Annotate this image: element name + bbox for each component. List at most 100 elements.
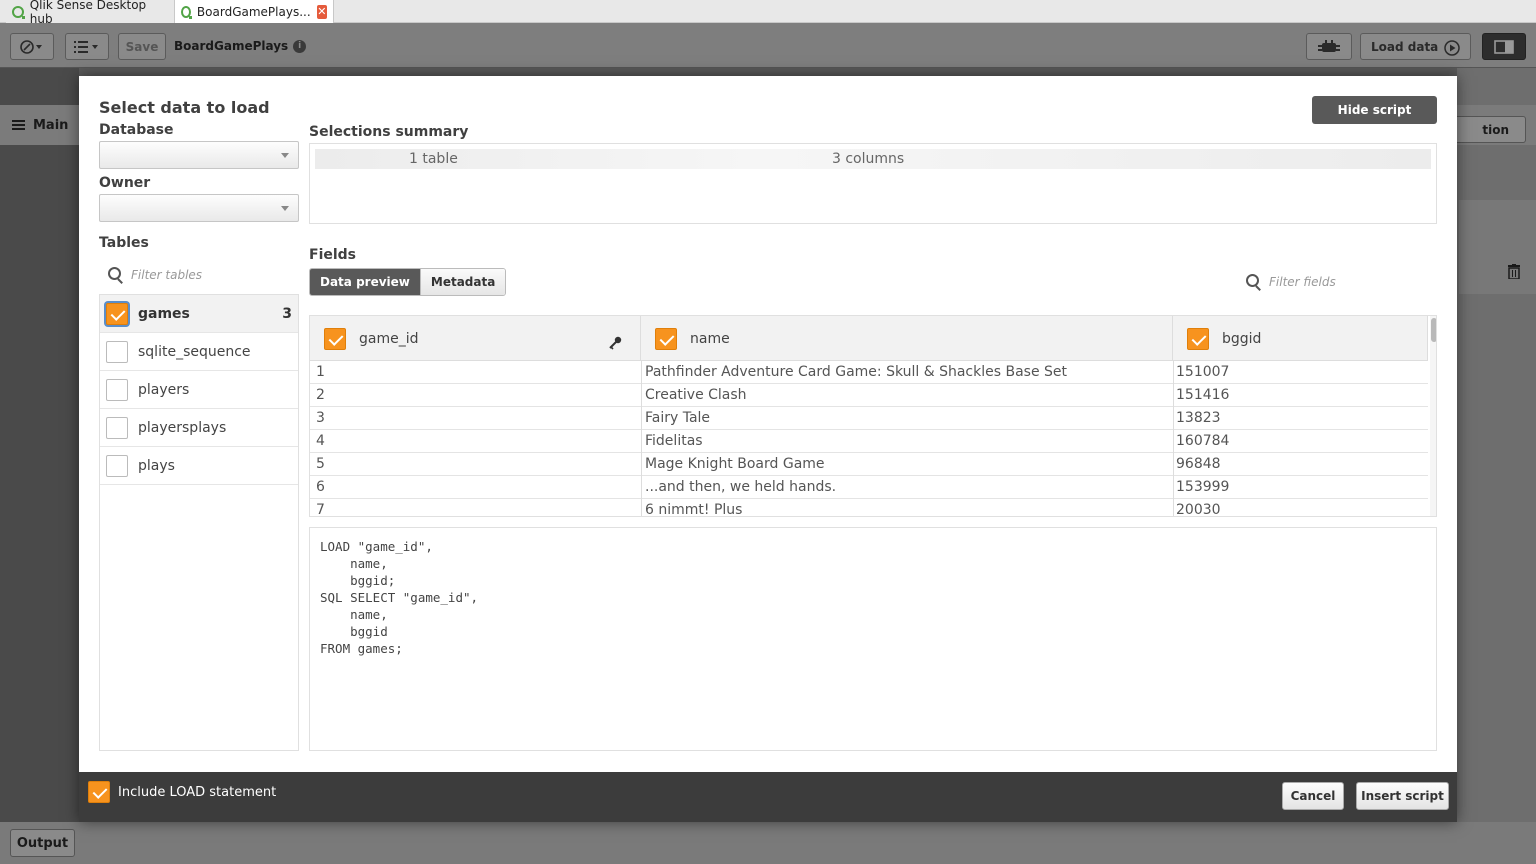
tables-label: Tables: [99, 235, 149, 251]
cell-bggid: 160784: [1176, 433, 1230, 449]
grid-header: game_id name bggid: [310, 316, 1428, 361]
cell-name: Mage Knight Board Game: [645, 456, 825, 472]
main-label: Main: [33, 117, 69, 133]
table-item-playersplays[interactable]: playersplays: [100, 409, 298, 447]
table-checkbox-players[interactable]: [106, 378, 128, 401]
cell-game-id: 6: [316, 479, 325, 495]
cell-bggid: 20030: [1176, 502, 1221, 517]
list-icon: [74, 40, 98, 53]
background-right-panel: [1457, 68, 1536, 864]
cell-bggid: 13823: [1176, 410, 1221, 426]
qlik-logo-icon: [181, 5, 192, 19]
cell-name: Pathfinder Adventure Card Game: Skull & …: [645, 364, 1068, 380]
panel-icon: [1494, 39, 1514, 54]
table-checkbox-sqlite-sequence[interactable]: [106, 340, 128, 363]
grid-scrollbar[interactable]: [1430, 316, 1436, 516]
include-load-checkbox[interactable]: Include LOAD statement: [88, 781, 276, 803]
filter-fields-input[interactable]: Filter fields: [1246, 274, 1336, 290]
cell-name: ...and then, we held hands.: [645, 479, 837, 495]
table-row: 6 ...and then, we held hands. 153999: [310, 476, 1428, 499]
table-checkbox-games[interactable]: [106, 302, 128, 325]
list-menu-button[interactable]: [65, 33, 109, 60]
script-preview[interactable]: LOAD "game_id", name, bggid; SQL SELECT …: [309, 527, 1437, 751]
table-row: 2 Creative Clash 151416: [310, 384, 1428, 407]
compass-icon: [20, 39, 42, 54]
background-bottom-bar: [0, 822, 1536, 864]
info-icon[interactable]: i: [293, 39, 307, 53]
column-header-bggid[interactable]: bggid: [1173, 316, 1428, 361]
insert-script-button[interactable]: Insert script: [1356, 782, 1449, 810]
table-item-players[interactable]: players: [100, 371, 298, 409]
summary-column-count: 3 columns: [832, 151, 905, 167]
tab-data-preview[interactable]: Data preview: [310, 269, 420, 295]
filter-fields-placeholder: Filter fields: [1269, 275, 1336, 289]
table-row: 5 Mage Knight Board Game 96848: [310, 453, 1428, 476]
output-button[interactable]: Output: [10, 829, 75, 857]
field-checkbox-game-id[interactable]: [324, 327, 346, 350]
toggle-panel-button[interactable]: [1482, 33, 1526, 60]
table-name: plays: [138, 457, 175, 474]
browser-tab-strip: Qlik Sense Desktop hub BoardGamePlays...…: [0, 0, 1536, 26]
table-checkbox-plays[interactable]: [106, 454, 128, 477]
cell-name: 6 nimmt! Plus: [645, 502, 743, 517]
cell-bggid: 151416: [1176, 387, 1230, 403]
cell-game-id: 2: [316, 387, 325, 403]
load-data-label: Load data: [1371, 39, 1439, 54]
filter-tables-placeholder: Filter tables: [131, 268, 203, 282]
filter-tables-input[interactable]: Filter tables: [108, 267, 202, 283]
field-checkbox-name[interactable]: [655, 327, 677, 350]
include-load-checkbox-box[interactable]: [88, 781, 110, 803]
app-toolbar: Save BoardGamePlays i Load data: [0, 23, 1536, 68]
column-header-name[interactable]: name: [641, 316, 1173, 361]
owner-label: Owner: [99, 175, 151, 191]
close-icon[interactable]: ✕: [316, 4, 327, 19]
field-checkbox-bggid[interactable]: [1187, 327, 1209, 350]
table-name: players: [138, 381, 190, 398]
cell-game-id: 1: [316, 364, 325, 380]
bug-icon: [1318, 39, 1340, 52]
app-title: BoardGamePlays i: [174, 39, 307, 53]
column-header-game-id[interactable]: game_id: [310, 316, 641, 361]
hamburger-icon: [12, 118, 25, 132]
load-data-button[interactable]: Load data: [1360, 33, 1471, 60]
trash-icon[interactable]: [1508, 264, 1520, 279]
cell-game-id: 7: [316, 502, 325, 517]
data-preview-grid: game_id name bggid 1 Pathfinder Adventur…: [309, 315, 1437, 517]
table-row: 7 6 nimmt! Plus 20030: [310, 499, 1428, 517]
debug-button[interactable]: [1306, 33, 1352, 60]
save-button[interactable]: Save: [118, 33, 166, 60]
summary-table-count: 1 table: [409, 151, 458, 167]
cell-name: Creative Clash: [645, 387, 747, 403]
owner-dropdown[interactable]: [99, 194, 299, 222]
cell-name: Fairy Tale: [645, 410, 711, 426]
table-item-sqlite-sequence[interactable]: sqlite_sequence: [100, 333, 298, 371]
database-label: Database: [99, 122, 174, 138]
search-icon: [1246, 274, 1262, 290]
main-section-tab[interactable]: Main: [0, 105, 79, 145]
table-checkbox-playersplays[interactable]: [106, 416, 128, 439]
tab-boardgameplays[interactable]: BoardGamePlays... ✕: [174, 0, 334, 23]
search-icon: [108, 267, 124, 283]
tab-qlik-hub[interactable]: Qlik Sense Desktop hub: [6, 0, 174, 26]
tab-label: Qlik Sense Desktop hub: [29, 0, 147, 26]
tab-metadata[interactable]: Metadata: [419, 269, 506, 295]
cell-bggid: 151007: [1176, 364, 1230, 380]
selections-summary: 1 table 3 columns: [309, 143, 1437, 224]
navigation-button[interactable]: [10, 33, 54, 60]
cell-name: Fidelitas: [645, 433, 703, 449]
dialog-footer: Include LOAD statement Cancel Insert scr…: [79, 772, 1457, 822]
hide-script-button[interactable]: Hide script: [1312, 96, 1437, 124]
table-name: games: [138, 305, 190, 322]
database-dropdown[interactable]: [99, 141, 299, 169]
cell-game-id: 5: [316, 456, 325, 472]
table-field-count: 3: [282, 305, 292, 322]
cancel-button[interactable]: Cancel: [1282, 782, 1344, 810]
view-toggle: Data preview Metadata: [309, 268, 507, 296]
table-row: 3 Fairy Tale 13823: [310, 407, 1428, 430]
column-divider: [641, 361, 642, 516]
table-item-games[interactable]: games 3: [100, 295, 298, 333]
table-item-plays[interactable]: plays: [100, 447, 298, 485]
cell-bggid: 96848: [1176, 456, 1221, 472]
qlik-logo-icon: [12, 5, 25, 19]
scrollbar-thumb[interactable]: [1431, 318, 1436, 342]
